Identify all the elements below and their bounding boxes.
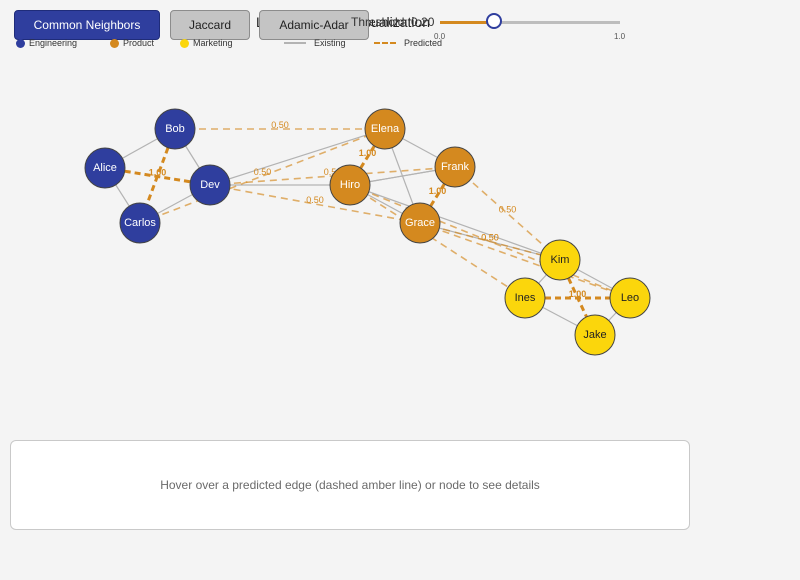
node-hiro[interactable]: Hiro (329, 164, 371, 206)
network-graph[interactable]: 1.001.001.001.000.500.50 0.500.500.500.50… (0, 0, 800, 430)
edge-score-label: 0.50 (499, 205, 517, 215)
node-kim[interactable]: Kim (539, 239, 581, 281)
node-grace[interactable]: Grace (399, 202, 441, 244)
info-panel: Hover over a predicted edge (dashed ambe… (10, 440, 690, 530)
node-label: Bob (165, 123, 185, 135)
node-label: Carlos (124, 217, 156, 229)
node-leo[interactable]: Leo (609, 277, 651, 319)
node-alice[interactable]: Alice (84, 147, 126, 189)
node-label: Dev (200, 179, 220, 191)
edge-score-label: 1.00 (149, 168, 167, 178)
node-label: Alice (93, 162, 117, 174)
edge-score-label: 1.00 (359, 148, 377, 158)
node-jake[interactable]: Jake (574, 314, 616, 356)
node-label: Ines (515, 292, 536, 304)
node-frank[interactable]: Frank (434, 146, 476, 188)
node-carlos[interactable]: Carlos (119, 202, 161, 244)
edge-score-label: 1.00 (429, 186, 447, 196)
existing-edge-hiro-kim (349, 184, 561, 261)
edge-score-label: 0.50 (306, 195, 324, 205)
edge-score-label: 0.50 (481, 233, 499, 243)
node-label: Elena (371, 123, 400, 135)
node-label: Frank (441, 161, 470, 173)
node-label: Hiro (340, 179, 360, 191)
node-ines[interactable]: Ines (504, 277, 546, 319)
info-panel-text: Hover over a predicted edge (dashed ambe… (160, 478, 540, 492)
node-bob[interactable]: Bob (154, 108, 196, 150)
node-elena[interactable]: Elena (364, 108, 406, 150)
edge-score-label: 1.00 (569, 289, 587, 299)
edge-score-label: 0.50 (254, 167, 272, 177)
node-dev[interactable]: Dev (189, 164, 231, 206)
node-label: Jake (583, 329, 606, 341)
node-label: Leo (621, 292, 639, 304)
node-label: Grace (405, 217, 435, 229)
node-label: Kim (551, 254, 570, 266)
edge-score-label: 0.50 (271, 120, 289, 130)
